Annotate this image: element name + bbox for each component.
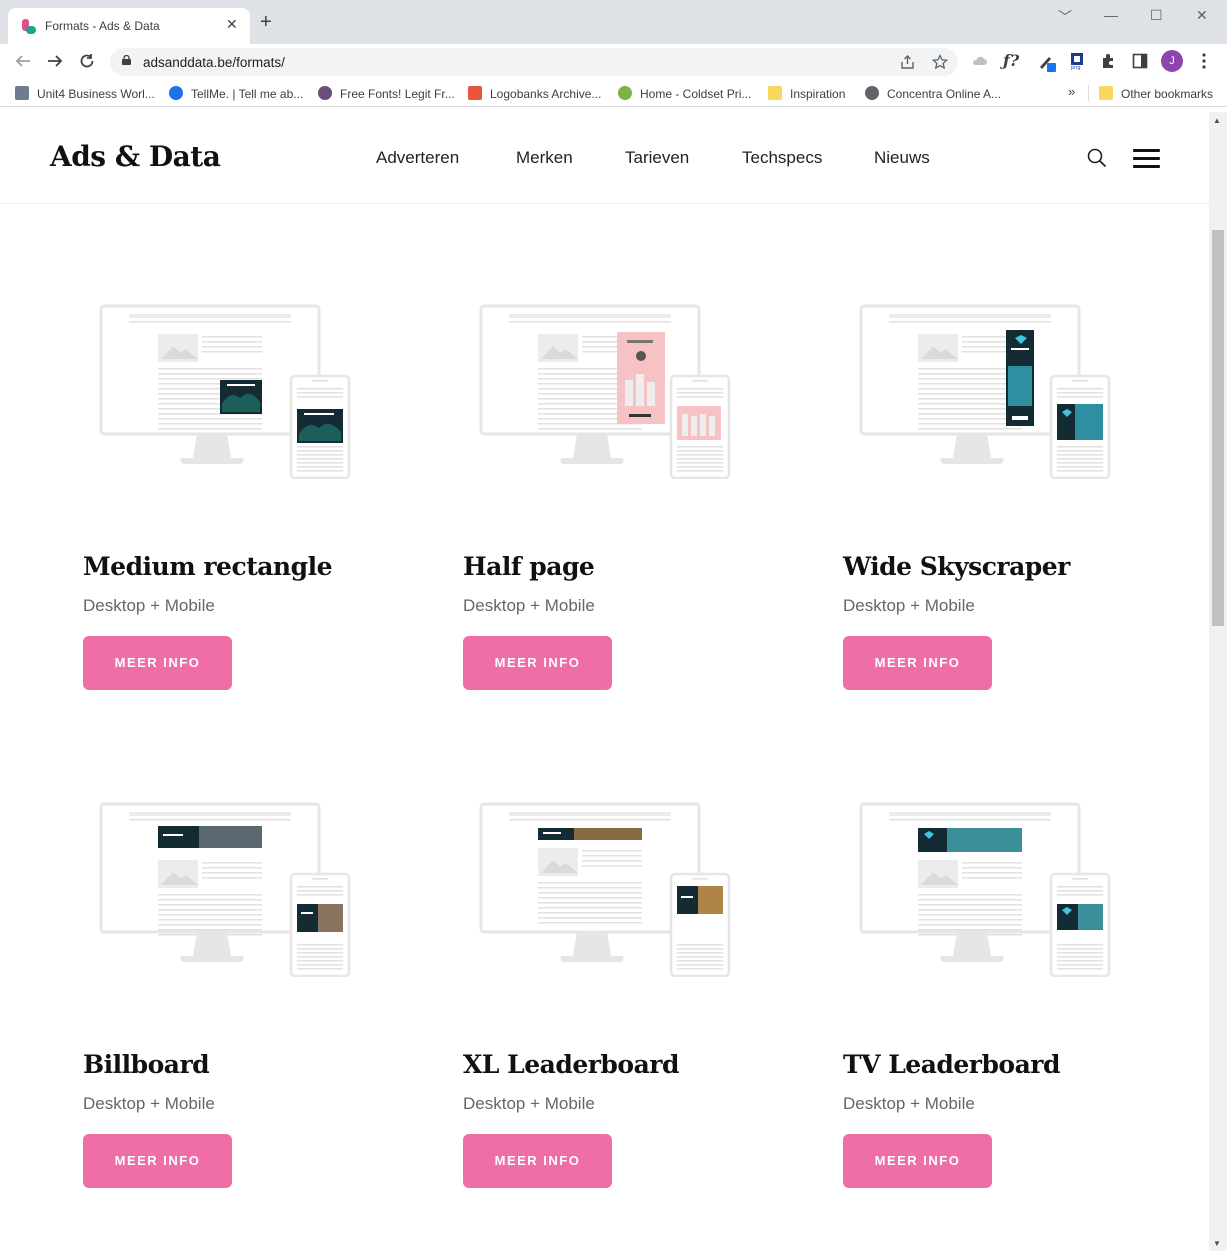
browser-menu-icon[interactable]	[1202, 53, 1206, 69]
lock-icon	[122, 55, 131, 65]
format-title[interactable]: Wide Skyscraper	[843, 552, 1070, 581]
scroll-down-arrow-icon[interactable]: ▼	[1213, 1239, 1221, 1248]
browser-tabstrip: Formats - Ads & Data ✕ + ﹀ — ☐ ✕	[0, 0, 1227, 44]
site-header: Ads & Data Adverteren Merken Tarieven Te…	[0, 112, 1209, 204]
meer-info-button[interactable]: MEER INFO	[83, 636, 232, 690]
nav-tarieven[interactable]: Tarieven	[625, 148, 689, 168]
share-icon[interactable]	[900, 55, 915, 70]
format-card: XL Leaderboard Desktop + Mobile MEER INF…	[463, 802, 763, 1242]
coldset-icon	[618, 86, 632, 100]
format-subtitle: Desktop + Mobile	[843, 596, 975, 615]
format-mockup-illustration	[859, 304, 1111, 479]
browser-toolbar: adsanddata.be/formats/ ƒ? png J	[0, 44, 1227, 79]
minimize-icon[interactable]: —	[1104, 7, 1118, 23]
puzzle-extensions-icon[interactable]	[1100, 53, 1116, 69]
address-bar[interactable]: adsanddata.be/formats/	[110, 48, 958, 76]
format-card: TV Leaderboard Desktop + Mobile MEER INF…	[843, 802, 1143, 1242]
format-mockup-illustration	[99, 802, 351, 977]
side-panel-icon[interactable]	[1132, 53, 1148, 69]
url-text[interactable]: adsanddata.be/formats/	[143, 55, 285, 70]
nav-nieuws[interactable]: Nieuws	[874, 148, 930, 168]
new-tab-button[interactable]: +	[260, 12, 272, 32]
tab-search-icon[interactable]: ﹀	[1058, 7, 1072, 27]
format-mockup-illustration	[479, 802, 731, 977]
meer-info-button[interactable]: MEER INFO	[463, 1134, 612, 1188]
format-card: Half page Desktop + Mobile MEER INFO	[463, 304, 763, 744]
nav-adverteren[interactable]: Adverteren	[376, 148, 459, 168]
bookmark-other-folder[interactable]: Other bookmarks	[1099, 86, 1213, 101]
bookmark-unit4[interactable]: Unit4 Business Worl...	[15, 86, 155, 101]
whatfont-extension-icon[interactable]: ƒ?	[1003, 51, 1019, 70]
meer-info-button[interactable]: MEER INFO	[843, 636, 992, 690]
extension-cloud-icon[interactable]	[972, 55, 988, 67]
maximize-icon[interactable]: ☐	[1150, 7, 1163, 24]
folder-icon	[768, 86, 782, 100]
bookmark-free-fonts[interactable]: Free Fonts! Legit Fr...	[318, 86, 455, 101]
page-viewport: Ads & Data Adverteren Merken Tarieven Te…	[0, 112, 1209, 1251]
tab-close-icon[interactable]: ✕	[226, 16, 238, 33]
png-extension-icon[interactable]: png	[1070, 52, 1084, 70]
meer-info-button[interactable]: MEER INFO	[463, 636, 612, 690]
format-subtitle: Desktop + Mobile	[83, 596, 215, 615]
tab-title: Formats - Ads & Data	[45, 19, 160, 33]
back-arrow-icon[interactable]	[14, 52, 32, 70]
format-title[interactable]: XL Leaderboard	[463, 1050, 679, 1079]
bookmarks-separator	[1088, 85, 1089, 101]
format-card: Medium rectangle Desktop + Mobile MEER I…	[83, 304, 383, 744]
format-title[interactable]: TV Leaderboard	[843, 1050, 1060, 1079]
nav-techspecs[interactable]: Techspecs	[742, 148, 822, 168]
free-fonts-icon	[318, 86, 332, 100]
meer-info-button[interactable]: MEER INFO	[83, 1134, 232, 1188]
reload-icon[interactable]	[78, 52, 96, 70]
format-subtitle: Desktop + Mobile	[843, 1094, 975, 1113]
browser-tab[interactable]: Formats - Ads & Data ✕	[8, 8, 250, 44]
ads-data-favicon-icon	[22, 19, 36, 34]
meer-info-button[interactable]: MEER INFO	[843, 1134, 992, 1188]
bookmark-tellme[interactable]: TellMe. | Tell me ab...	[169, 86, 303, 101]
search-icon[interactable]	[1087, 148, 1107, 168]
format-mockup-illustration	[99, 304, 351, 479]
format-mockup-illustration	[479, 304, 731, 479]
svg-text:png: png	[1071, 65, 1081, 70]
hamburger-menu-icon[interactable]	[1133, 149, 1160, 169]
tellme-icon	[169, 86, 183, 100]
bookmark-coldset[interactable]: Home - Coldset Pri...	[618, 86, 751, 101]
forward-arrow-icon[interactable]	[46, 52, 64, 70]
profile-avatar[interactable]: J	[1161, 50, 1183, 72]
page-scrollbar[interactable]: ▲ ▼	[1209, 112, 1227, 1251]
format-subtitle: Desktop + Mobile	[463, 1094, 595, 1113]
folder-icon	[1099, 86, 1113, 100]
bookmark-folder-inspiration[interactable]: Inspiration	[768, 86, 845, 101]
format-subtitle: Desktop + Mobile	[83, 1094, 215, 1113]
unit4-icon	[15, 86, 29, 100]
bookmark-concentra[interactable]: Concentra Online A...	[865, 86, 1001, 101]
bookmark-star-icon[interactable]	[932, 54, 948, 70]
scroll-thumb[interactable]	[1212, 230, 1224, 626]
close-window-icon[interactable]: ✕	[1196, 7, 1208, 24]
site-logo[interactable]: Ads & Data	[50, 140, 221, 173]
bookmarks-overflow-button[interactable]: »	[1068, 84, 1075, 99]
color-picker-extension-icon[interactable]	[1037, 52, 1057, 72]
format-card: Billboard Desktop + Mobile MEER INFO	[83, 802, 383, 1242]
globe-icon	[865, 86, 879, 100]
scroll-up-arrow-icon[interactable]: ▲	[1213, 116, 1221, 125]
logobanks-icon	[468, 86, 482, 100]
format-card: Wide Skyscraper Desktop + Mobile MEER IN…	[843, 304, 1143, 744]
format-title[interactable]: Medium rectangle	[83, 552, 333, 581]
format-title[interactable]: Half page	[463, 552, 595, 581]
bookmark-logobanks[interactable]: Logobanks Archive...	[468, 86, 601, 101]
format-mockup-illustration	[859, 802, 1111, 977]
nav-merken[interactable]: Merken	[516, 148, 573, 168]
format-subtitle: Desktop + Mobile	[463, 596, 595, 615]
format-title[interactable]: Billboard	[83, 1050, 210, 1079]
bookmarks-bar: Unit4 Business Worl... TellMe. | Tell me…	[0, 79, 1227, 107]
